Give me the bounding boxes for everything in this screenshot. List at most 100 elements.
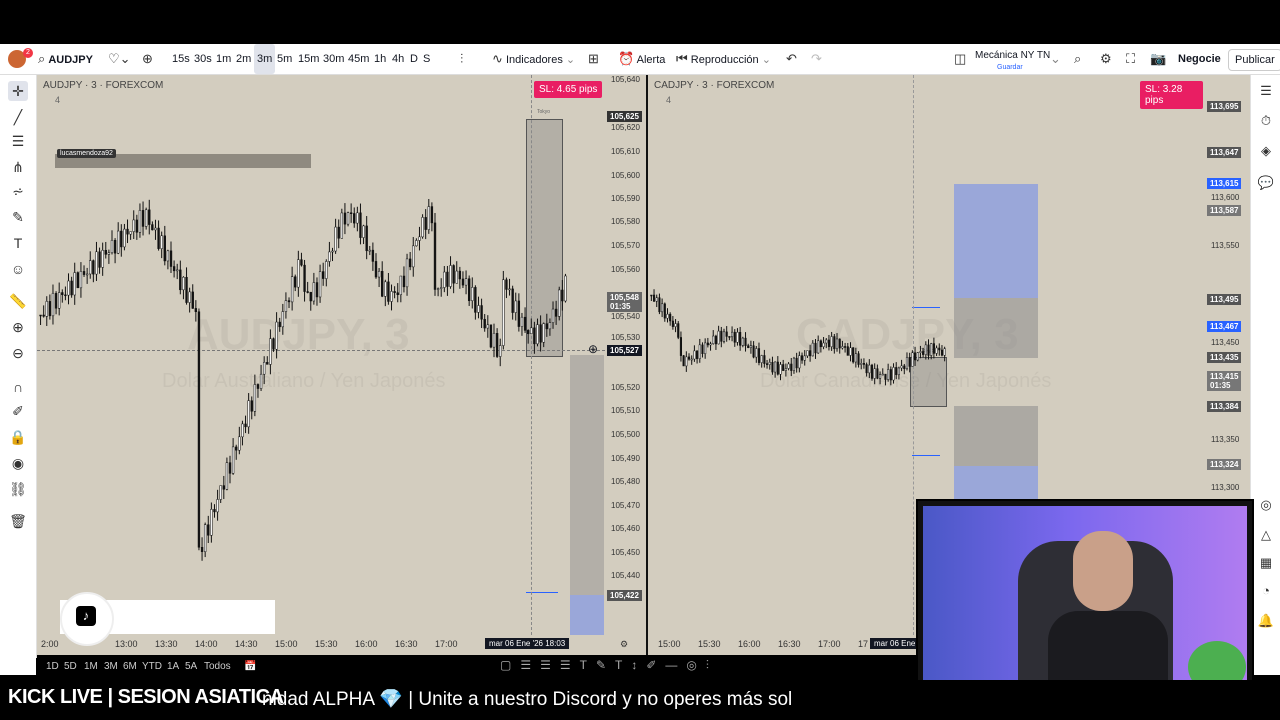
- range-ytd[interactable]: YTD: [142, 661, 162, 672]
- calendar-icon[interactable]: ▦: [1256, 553, 1276, 573]
- tf-45m[interactable]: 45m: [348, 44, 369, 74]
- alert-button[interactable]: ⏰ Alerta: [618, 44, 665, 74]
- crosshair-icon[interactable]: ✛: [8, 81, 28, 101]
- ticker-scroll-text: nidad ALPHA 💎 | Unite a nuestro Discord …: [262, 689, 793, 710]
- eye-icon[interactable]: ◉: [8, 453, 28, 473]
- candle-body: [895, 367, 898, 376]
- ideas-icon[interactable]: △: [1256, 525, 1276, 545]
- trash-icon[interactable]: 🗑: [8, 511, 28, 531]
- range-5d[interactable]: 5D: [64, 661, 77, 672]
- price-label: 105,570: [611, 241, 640, 250]
- candle-body: [940, 349, 944, 356]
- tf-1h[interactable]: 1h: [374, 44, 386, 74]
- range-5a[interactable]: 5A: [185, 661, 197, 672]
- trade-button[interactable]: Negocie: [1172, 49, 1227, 69]
- tf-30m[interactable]: 30m: [323, 44, 344, 74]
- trendline-icon[interactable]: ╱: [8, 107, 28, 127]
- tf-30s[interactable]: 30s: [194, 44, 212, 74]
- camera-icon[interactable]: 📷: [1150, 44, 1166, 74]
- tf-5m[interactable]: 5m: [277, 44, 292, 74]
- user-avatar[interactable]: 2: [8, 44, 33, 74]
- right-price-axis[interactable]: 113,695 113,647 113,615 113,600 113,587 …: [1203, 75, 1250, 500]
- target-icon[interactable]: ◎: [1256, 495, 1276, 515]
- layers-icon[interactable]: ◈: [1256, 141, 1276, 161]
- indicators-button[interactable]: ∿ Indicadores ⌄: [492, 44, 575, 74]
- range-3m[interactable]: 3M: [104, 661, 118, 672]
- candle-body: [852, 347, 855, 363]
- range-all[interactable]: Todos: [204, 661, 231, 672]
- replay-button[interactable]: ⏮ Reproducción ⌄: [676, 44, 771, 74]
- left-time-axis[interactable]: 2:00 13:00 13:30 14:00 14:30 15:00 15:30…: [37, 635, 646, 655]
- candle-body: [771, 362, 774, 373]
- redo-icon[interactable]: ↷: [811, 44, 822, 74]
- time-settings-icon[interactable]: ⚙: [620, 639, 628, 650]
- tf-s[interactable]: S: [423, 44, 430, 74]
- chevron-down-icon[interactable]: ⌄: [1050, 44, 1061, 74]
- candle-body: [471, 287, 474, 301]
- add-symbol-icon[interactable]: ⊕: [142, 44, 153, 74]
- candle-body: [297, 259, 300, 288]
- candle-body: [782, 364, 785, 371]
- candle-body: [517, 300, 521, 327]
- link-icon[interactable]: ⛓: [8, 479, 28, 499]
- quick-search-icon[interactable]: ⌕: [1074, 44, 1081, 74]
- left-price-axis[interactable]: 105,640 105,625 105,620 105,610 105,600 …: [605, 75, 646, 635]
- candle-body: [679, 337, 683, 356]
- candle-body: [76, 272, 80, 289]
- notifications-icon[interactable]: 🔔: [1256, 611, 1276, 631]
- tf-1m[interactable]: 1m: [216, 44, 231, 74]
- pattern-icon[interactable]: ⩫: [8, 181, 28, 201]
- brush-icon[interactable]: ✎: [8, 207, 28, 227]
- candle-body: [499, 345, 502, 357]
- zoom-in-icon[interactable]: ⊕: [8, 317, 28, 337]
- emoji-icon[interactable]: ☺: [8, 259, 28, 279]
- layout-grid-icon[interactable]: ⊞: [588, 44, 599, 74]
- alerts-clock-icon[interactable]: ⏱: [1256, 111, 1276, 131]
- stream-icon[interactable]: ◔: [1256, 581, 1276, 601]
- date-range-calendar-icon[interactable]: 📅: [244, 661, 256, 672]
- candle-body: [838, 338, 841, 349]
- candle-body: [938, 347, 941, 351]
- range-1a[interactable]: 1A: [167, 661, 179, 672]
- text-icon[interactable]: T: [8, 233, 28, 253]
- candle-body: [262, 361, 266, 375]
- candle-body: [247, 400, 250, 428]
- left-chart-pane[interactable]: AUDJPY · 3 · FOREXCOM 4 AUDJPY, 3 Dolar …: [37, 75, 605, 635]
- drawing-tools-bottom[interactable]: ▢☰☰☰T✎T↕✐—◎⫶: [500, 658, 830, 678]
- tf-4h[interactable]: 4h: [392, 44, 404, 74]
- add-plus-icon[interactable]: ⊕: [588, 342, 598, 356]
- panel-icon[interactable]: ◫: [954, 44, 966, 74]
- tf-3m[interactable]: 3m: [254, 44, 276, 74]
- range-1d[interactable]: 1D: [46, 661, 59, 672]
- candle-body: [452, 265, 455, 284]
- tf-d[interactable]: D: [410, 44, 418, 74]
- right-time-axis[interactable]: 15:00 15:30 16:00 16:30 17:00 17 mar 06 …: [648, 635, 920, 655]
- layout-name-button[interactable]: Mecánica NY TN Guardar: [975, 40, 1050, 71]
- publish-button[interactable]: Publicar: [1228, 49, 1280, 71]
- pencil-lock-icon[interactable]: ✐: [8, 401, 28, 421]
- chart-type-icon[interactable]: ⫶: [460, 44, 463, 74]
- watchlist-icon[interactable]: ☰: [1256, 81, 1276, 101]
- price-label: 105,500: [611, 430, 640, 439]
- pitchfork-icon[interactable]: ⋔: [8, 157, 28, 177]
- horizontal-lines-icon[interactable]: ☰: [8, 131, 28, 151]
- fullscreen-icon[interactable]: ⛶: [1126, 44, 1135, 74]
- undo-icon[interactable]: ↶: [786, 44, 797, 74]
- tf-15m[interactable]: 15m: [298, 44, 319, 74]
- price-label: 105,450: [611, 548, 640, 557]
- candle-body: [731, 331, 734, 338]
- zoom-out-icon[interactable]: ⊖: [8, 343, 28, 363]
- candle-body: [943, 348, 946, 356]
- range-6m[interactable]: 6M: [123, 661, 137, 672]
- candle-body: [315, 282, 319, 298]
- compare-icon[interactable]: ♡⌄: [108, 44, 131, 74]
- range-1m[interactable]: 1M: [84, 661, 98, 672]
- settings-gear-icon[interactable]: ⚙: [1100, 44, 1112, 74]
- chat-icon[interactable]: 💬: [1256, 173, 1276, 193]
- magnet-icon[interactable]: ∩: [8, 377, 28, 397]
- lock-icon[interactable]: 🔒: [8, 427, 28, 447]
- tf-15s[interactable]: 15s: [172, 44, 190, 74]
- tf-2m[interactable]: 2m: [236, 44, 251, 74]
- ruler-icon[interactable]: 📏: [8, 291, 28, 311]
- symbol-search-button[interactable]: ⌕ AUDJPY: [38, 44, 93, 74]
